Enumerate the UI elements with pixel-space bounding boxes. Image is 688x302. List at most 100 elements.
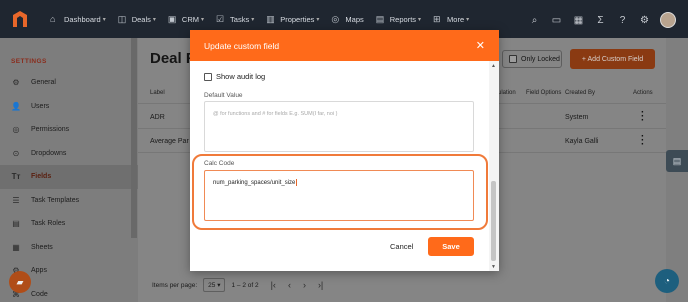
default-value-field[interactable]: @ for functions and # for fields E.g. SU…: [204, 101, 474, 152]
prev-page-icon[interactable]: ‹: [288, 280, 291, 290]
cancel-button[interactable]: Cancel: [390, 242, 413, 251]
sidebar-item-label: Code: [31, 290, 48, 298]
list-icon: ☰: [12, 195, 20, 205]
sidebar-item-dropdowns[interactable]: ⊙ Dropdowns: [0, 142, 138, 166]
sidebar-item-task-roles[interactable]: ▤ Task Roles: [0, 212, 138, 236]
settings-title: SETTINGS: [11, 58, 47, 65]
sidebar-item-label: Task Roles: [31, 220, 66, 228]
nav-item-label: Reports: [389, 14, 417, 24]
default-value-label: Default Value: [204, 92, 243, 99]
nav-item-label: Tasks: [230, 14, 250, 24]
items-per-page-select[interactable]: 25 ▾: [203, 278, 226, 292]
chevron-down-icon: ▾: [418, 16, 422, 23]
folder-icon[interactable]: ▭: [551, 15, 562, 26]
row-created-by: Kayla Galli: [565, 138, 599, 145]
user-icon: 👤: [11, 101, 21, 111]
text-field-icon: Tт: [11, 172, 21, 182]
chat-icon[interactable]: ▰: [9, 271, 31, 293]
sheet-icon: ▦: [12, 242, 20, 252]
add-custom-field-button[interactable]: + Add Custom Field: [570, 49, 655, 69]
nav-item-reports[interactable]: ▤ Reports ▾: [376, 14, 421, 24]
modal-header: Update custom field ✕: [190, 30, 499, 61]
row-label: Average Par: [150, 138, 189, 145]
update-custom-field-modal: Update custom field ✕ Show audit log Def…: [190, 30, 499, 271]
nav-item-label: Deals: [131, 14, 151, 24]
sidebar-item-label: Sheets: [31, 243, 53, 251]
calc-code-field[interactable]: num_parking_spaces/unit_size: [204, 170, 474, 221]
default-value-placeholder: @ for functions and # for fields E.g. SU…: [213, 111, 338, 117]
page-title: Deal F: [150, 50, 196, 67]
nav-item-crm[interactable]: ▣ CRM ▾: [168, 14, 204, 24]
column-actions: Actions: [633, 90, 653, 96]
scroll-up-icon[interactable]: ▲: [491, 63, 496, 69]
only-locked-label: Only Locked: [521, 55, 560, 63]
show-audit-log-label: Show audit log: [216, 72, 266, 81]
sidebar-item-task-templates[interactable]: ☰ Task Templates: [0, 189, 138, 213]
nav-item-label: CRM: [181, 14, 200, 24]
sigma-icon[interactable]: Σ: [595, 15, 606, 26]
next-page-icon[interactable]: ›: [303, 280, 306, 290]
chevron-down-icon: ▾: [251, 16, 255, 23]
show-audit-log-checkbox[interactable]: [204, 72, 212, 81]
save-button[interactable]: Save: [428, 237, 474, 256]
gear-icon: ⚙: [12, 78, 20, 88]
column-field-options[interactable]: Field Options: [526, 90, 561, 96]
sidebar-scrollbar[interactable]: [131, 38, 137, 238]
sidebar-item-label: Task Templates: [31, 196, 80, 204]
row-label: ADR: [150, 114, 165, 121]
tasks-icon: ☑: [216, 14, 225, 24]
last-page-icon[interactable]: ›|: [318, 280, 323, 290]
properties-icon: ▥: [266, 14, 275, 24]
page-range: 1 – 2 of 2: [231, 281, 259, 289]
globe-icon: ◎: [12, 125, 20, 135]
deals-icon: ◫: [117, 14, 127, 24]
items-per-page-label: Items per page:: [152, 281, 198, 289]
scroll-down-icon[interactable]: ▼: [491, 264, 496, 270]
dropdown-icon: ⊙: [12, 148, 20, 158]
nav-item-label: Properties: [280, 14, 315, 24]
nav-item-deals[interactable]: ◫ Deals ▾: [118, 14, 156, 24]
chevron-down-icon: ▾: [102, 16, 106, 23]
show-audit-log[interactable]: Show audit log: [204, 72, 265, 81]
chevron-down-icon: ▾: [316, 16, 320, 23]
gear-icon[interactable]: ⚙: [639, 15, 650, 26]
sidebar-item-users[interactable]: 👤 Users: [0, 95, 138, 119]
sidebar-item-label: Permissions: [31, 126, 70, 134]
sidebar-item-label: Apps: [31, 267, 47, 275]
nav-item-properties[interactable]: ▥ Properties ▾: [266, 14, 319, 24]
more-icon: ⊞: [433, 14, 441, 24]
support-chat-icon[interactable]: ◔: [655, 269, 679, 293]
help-icon[interactable]: ?: [617, 15, 628, 26]
sidebar-item-general[interactable]: ⚙ General: [0, 71, 138, 95]
sidebar-item-permissions[interactable]: ◎ Permissions: [0, 118, 138, 142]
only-locked-checkbox[interactable]: [509, 55, 517, 63]
sidebar-item-sheets[interactable]: ▦ Sheets: [0, 236, 138, 260]
nav-item-dashboard[interactable]: ⌂ Dashboard ▾: [50, 14, 106, 24]
modal-scrollbar[interactable]: ▲ ▼: [489, 61, 499, 271]
chevron-down-icon: ▾: [201, 16, 205, 23]
close-icon[interactable]: ✕: [476, 39, 485, 52]
sidebar-item-label: Dropdowns: [31, 149, 67, 157]
user-avatar[interactable]: [660, 12, 676, 28]
search-icon[interactable]: ⌕: [529, 15, 540, 26]
calc-code-label: Calc Code: [204, 160, 235, 167]
calendar-icon[interactable]: ▦: [573, 15, 584, 26]
app-logo[interactable]: [10, 9, 30, 29]
column-label[interactable]: Label: [150, 90, 165, 96]
sidebar-item-fields[interactable]: Tт Fields: [0, 165, 138, 189]
nav-item-tasks[interactable]: ☑ Tasks ▾: [216, 14, 254, 24]
scrollbar-thumb[interactable]: [491, 181, 496, 261]
home-icon: ⌂: [50, 14, 56, 24]
side-panel-tab-icon[interactable]: ▤: [666, 150, 688, 172]
roles-icon: ▤: [12, 219, 20, 229]
row-actions-icon[interactable]: · · ·: [641, 132, 644, 150]
first-page-icon[interactable]: |‹: [271, 280, 276, 290]
nav-item-label: More: [447, 14, 465, 24]
nav-item-maps[interactable]: ◎ Maps: [331, 14, 363, 24]
only-locked-toggle[interactable]: Only Locked: [502, 50, 562, 68]
column-created-by[interactable]: Created By: [565, 90, 595, 96]
column-calculation[interactable]: ulation: [498, 90, 516, 96]
nav-item-more[interactable]: ⊞ More ▾: [433, 14, 469, 24]
modal-body: Show audit log Default Value @ for funct…: [190, 61, 490, 258]
row-actions-icon[interactable]: · · ·: [641, 108, 644, 126]
